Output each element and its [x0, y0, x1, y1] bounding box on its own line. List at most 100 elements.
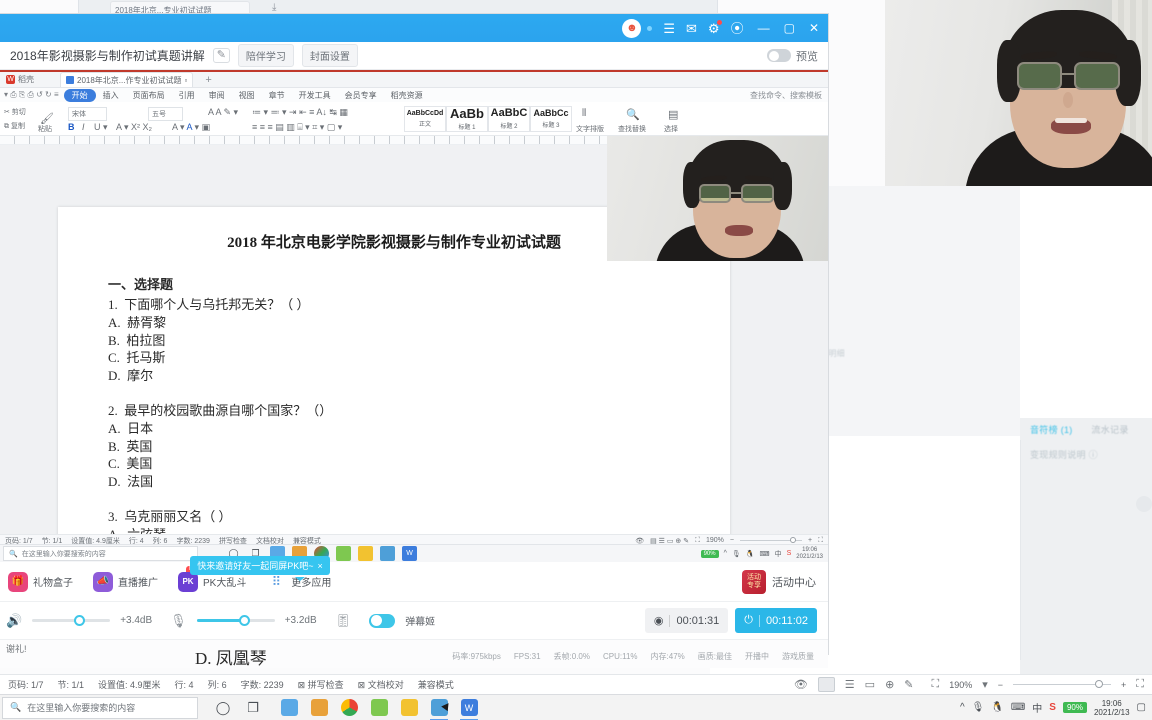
ribbon-tab-review[interactable]: 审阅	[202, 90, 232, 101]
new-tab-button[interactable]: +	[205, 74, 211, 86]
live-timer-button[interactable]: ⏻ 00:11:02	[735, 608, 817, 633]
cap-zoom-out[interactable]: −	[730, 537, 734, 544]
fullscreen-icon[interactable]: ⛶	[932, 678, 940, 691]
captured-ime-icon[interactable]: 中	[775, 549, 782, 559]
list-buttons[interactable]: ≔ ▾ ≕ ▾ ⇥ ⇤ ≡ A↓ ↹ ▦	[252, 107, 348, 118]
tray-sogou-icon[interactable]: S	[1049, 702, 1056, 713]
zoom-out-button[interactable]: −	[998, 680, 1003, 690]
cortana-icon[interactable]: ◯	[208, 695, 238, 720]
read-view-icon[interactable]: ▭	[865, 678, 875, 691]
strikethrough-button[interactable]: A ▾ X² X₂	[116, 122, 152, 133]
help-icon-2[interactable]: ⓘ	[1089, 450, 1098, 460]
zoom-dropdown-icon[interactable]: ▾	[982, 678, 988, 691]
stat-game-quality[interactable]: 游戏质量	[782, 651, 814, 662]
settings-icon[interactable]: ⚙	[708, 19, 722, 35]
captured-chevron-icon[interactable]: ^	[724, 550, 727, 557]
folder-icon[interactable]	[304, 695, 334, 720]
app-yellow-icon[interactable]	[394, 695, 424, 720]
quick-app-gift[interactable]: 🎁 礼物盒子	[8, 571, 73, 592]
activity-center[interactable]: 活动 专享 活动中心	[742, 569, 828, 594]
status-proofread[interactable]: ⊠ 文档校对	[358, 678, 404, 691]
mail-icon[interactable]: ✉	[686, 22, 697, 35]
tray-mic-icon[interactable]: 🎙	[972, 702, 985, 713]
tray-battery[interactable]: 90%	[1062, 702, 1087, 713]
speaker-volume-slider[interactable]	[32, 615, 111, 626]
cap-zoom-slider[interactable]	[740, 537, 802, 543]
stat-quality[interactable]: 画质:最佳	[698, 651, 732, 662]
task-view-icon[interactable]: ❐	[238, 695, 268, 720]
tray-qq-icon[interactable]: 🐧	[991, 702, 1003, 713]
font-name-input[interactable]: 宋体	[68, 107, 107, 121]
captured-clock[interactable]: 19:06 2021/2/13	[796, 547, 823, 561]
edit-icon[interactable]: ✎	[212, 48, 230, 63]
captured-qq-icon[interactable]: 🐧	[746, 550, 755, 558]
app-green-icon[interactable]	[364, 695, 394, 720]
eye-icon[interactable]: 👁	[794, 678, 808, 691]
font-size-buttons[interactable]: A A ✎ ▾	[208, 107, 238, 118]
ribbon-tab-view[interactable]: 视图	[232, 90, 262, 101]
align-buttons[interactable]: ≡ ≡ ≡ ▤ ▥ ⌸ ▾ ⌗ ▾ ▢ ▾	[252, 122, 342, 133]
cover-settings-button[interactable]: 封面设置	[301, 44, 358, 67]
ribbon-tab-section[interactable]: 章节	[262, 90, 292, 101]
page-view-icon[interactable]	[817, 677, 835, 692]
share-icon[interactable]: ⦿	[731, 22, 744, 35]
underline-button[interactable]: U ▾	[94, 122, 108, 133]
find-icon[interactable]: 🔍	[626, 108, 640, 121]
ribbon-tab-developer[interactable]: 开发工具	[292, 90, 338, 101]
equalizer-icon[interactable]: 🎚	[335, 613, 352, 629]
fit-page-icon[interactable]: ⛶	[1136, 678, 1144, 691]
tray-chevron-icon[interactable]: ^	[960, 702, 965, 713]
ribbon-tab-docer[interactable]: 稻壳资源	[384, 90, 430, 101]
record-timer-button[interactable]: ◉ 00:01:31	[644, 608, 729, 633]
captured-battery[interactable]: 90%	[700, 549, 719, 558]
right-panel-tab-active[interactable]: 音符榜 (1)	[1030, 425, 1073, 435]
style-heading1[interactable]: AaBb 标题 1	[446, 106, 488, 132]
cap-zoom-level[interactable]: 190%	[706, 537, 724, 544]
danmu-toggle[interactable]	[369, 613, 396, 628]
wps-document-tab[interactable]: 2018年北京...作专业初试试题 ▫	[60, 72, 194, 87]
tab-close-icon[interactable]: ▫	[184, 76, 187, 85]
zoom-slider[interactable]	[1013, 680, 1112, 688]
captured-app-5-icon[interactable]	[358, 546, 373, 561]
outline-view-icon[interactable]: ☰	[845, 678, 855, 691]
file-explorer-icon[interactable]	[274, 695, 304, 720]
web-view-icon[interactable]: ⊕	[885, 678, 894, 691]
user-avatar[interactable]: ☻	[622, 18, 642, 38]
captured-sogou-icon[interactable]: S	[787, 550, 792, 557]
pen-icon[interactable]: ✎	[904, 678, 913, 691]
quick-access-icons[interactable]: ▾ ⎙ ⎘ ⎙ ↺ ↻ ≡	[4, 90, 59, 100]
chrome-icon[interactable]	[334, 695, 364, 720]
ribbon-tab-member[interactable]: 会员专享	[338, 90, 384, 101]
captured-mic-icon[interactable]: 🎙	[732, 550, 741, 558]
copy-group-icon[interactable]: ⧉ 复制	[4, 121, 25, 131]
ribbon-search[interactable]: 查找命令、搜索模板	[750, 90, 828, 101]
download-icon[interactable]: ⤓	[272, 2, 276, 13]
preview-toggle[interactable]	[767, 49, 791, 62]
tooltip-close-icon[interactable]: ×	[318, 561, 323, 571]
close-button[interactable]: ✕	[809, 21, 819, 35]
quick-app-promotion[interactable]: 📣 直播推广	[93, 571, 158, 592]
notification-icon[interactable]: ▢	[1137, 702, 1146, 713]
cap-zoom-in[interactable]: +	[808, 537, 812, 544]
italic-button[interactable]: I	[82, 122, 85, 132]
style-heading2[interactable]: AaBbC 标题 2	[488, 106, 530, 132]
captured-livestream-icon[interactable]	[380, 546, 395, 561]
font-size-input[interactable]: 五号	[148, 107, 183, 121]
ribbon-tab-reference[interactable]: 引用	[172, 90, 202, 101]
tray-ime-icon[interactable]: 中	[1032, 700, 1042, 715]
font-color-buttons[interactable]: A ▾ A ▾ ▣	[172, 122, 210, 133]
captured-search-box[interactable]: 🔍 在这里输入你要搜索的内容	[3, 546, 198, 561]
style-heading3[interactable]: AaBbCc 标题 3	[530, 106, 572, 132]
pk-invite-tooltip[interactable]: 快来邀请好友一起同屏PK吧~ ×	[190, 556, 330, 581]
taskbar-search-box[interactable]: 🔍 在这里输入你要搜索的内容	[2, 696, 198, 719]
status-spellcheck[interactable]: ⊠ 拼写检查	[298, 678, 344, 691]
clipboard-group-icon[interactable]: ✂ 剪切	[4, 107, 26, 117]
text-layout-icon[interactable]: ⫴	[582, 108, 586, 119]
study-companion-button[interactable]: 陪伴学习	[237, 44, 294, 67]
document-body[interactable]: 一、选择题 1. 下面哪个人与乌托邦无关？（ ） A. 赫胥黎 B. 柏拉图 C…	[58, 274, 730, 546]
minimize-button[interactable]: —	[758, 21, 770, 35]
captured-app-4-icon[interactable]	[336, 546, 351, 561]
microphone-icon[interactable]: 🎙	[170, 613, 187, 629]
captured-keyboard-icon[interactable]: ⌨	[760, 550, 770, 558]
menu-icon[interactable]: ☰	[663, 22, 675, 35]
